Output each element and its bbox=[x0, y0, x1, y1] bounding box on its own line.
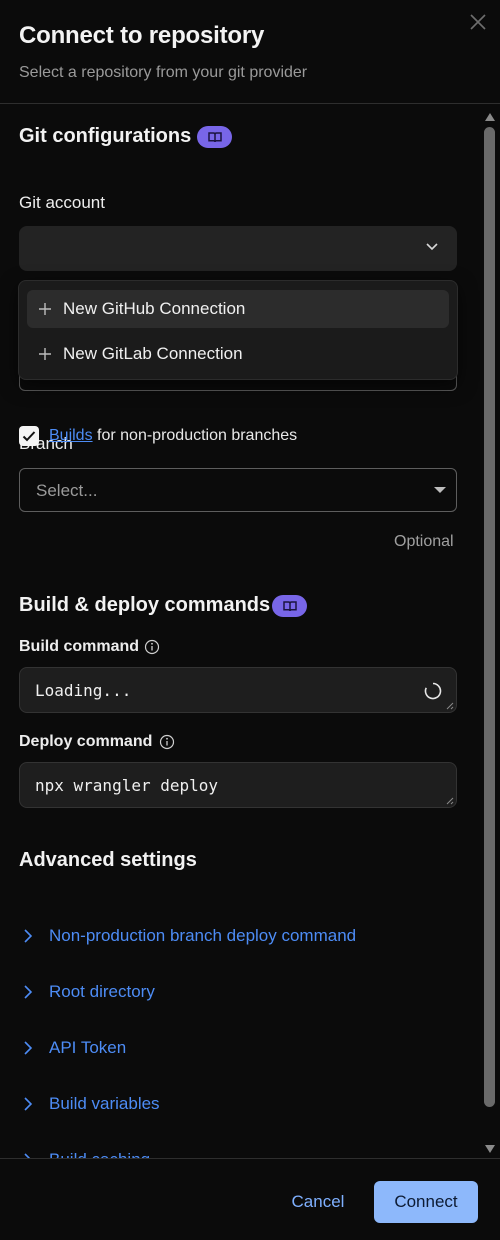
optional-label: Optional bbox=[394, 533, 454, 550]
build-command-label: Build command bbox=[19, 638, 140, 655]
connect-repository-dialog: Connect to repository Select a repositor… bbox=[0, 0, 500, 1240]
cancel-button[interactable]: Cancel bbox=[280, 1181, 356, 1223]
menu-item-new-github-connection[interactable]: New GitHub Connection bbox=[27, 290, 449, 328]
menu-item-label: New GitLab Connection bbox=[63, 344, 243, 363]
spinner-icon bbox=[424, 682, 442, 700]
advanced-item-build-caching[interactable]: Build caching bbox=[20, 1148, 150, 1158]
dialog-body: Git configurations Git account New GitHu… bbox=[0, 105, 480, 1158]
check-icon bbox=[22, 431, 36, 442]
advanced-item-root-directory[interactable]: Root directory bbox=[20, 980, 155, 1004]
advanced-item-label: Build variables bbox=[49, 1094, 160, 1113]
dialog-subtitle: Select a repository from your git provid… bbox=[19, 64, 308, 81]
branch-placeholder: Select... bbox=[36, 481, 98, 500]
caret-down-icon bbox=[434, 487, 446, 493]
chevron-right-icon bbox=[24, 1041, 33, 1055]
advanced-settings-title: Advanced settings bbox=[19, 849, 197, 871]
chevron-right-icon bbox=[24, 929, 33, 943]
scroll-down-arrow-icon[interactable] bbox=[485, 1145, 495, 1153]
advanced-item-build-variables[interactable]: Build variables bbox=[20, 1092, 160, 1116]
git-account-label: Git account bbox=[19, 193, 105, 212]
advanced-item-api-token[interactable]: API Token bbox=[20, 1036, 126, 1060]
book-icon[interactable] bbox=[197, 126, 232, 148]
advanced-item-label: API Token bbox=[49, 1038, 127, 1057]
build-command-value: Loading... bbox=[35, 681, 132, 700]
close-icon[interactable] bbox=[468, 12, 488, 32]
scroll-up-arrow-icon[interactable] bbox=[485, 113, 495, 121]
git-account-dropdown-menu: New GitHub Connection New GitLab Connect… bbox=[18, 280, 458, 380]
builds-checkbox-label: Builds for non-production branches bbox=[49, 427, 297, 445]
dialog-header: Connect to repository Select a repositor… bbox=[0, 0, 500, 104]
deploy-command-input[interactable]: npx wrangler deploy bbox=[19, 762, 457, 808]
chevron-down-icon bbox=[426, 243, 438, 251]
menu-item-new-gitlab-connection[interactable]: New GitLab Connection bbox=[27, 335, 449, 373]
deploy-command-value: npx wrangler deploy bbox=[35, 776, 219, 795]
scrollbar[interactable] bbox=[480, 105, 500, 1158]
chevron-right-icon bbox=[24, 1097, 33, 1111]
git-account-select[interactable] bbox=[19, 226, 457, 271]
build-command-input[interactable]: Loading... bbox=[19, 667, 457, 713]
advanced-item-label: Non-production branch deploy command bbox=[49, 926, 357, 945]
menu-item-label: New GitHub Connection bbox=[63, 299, 246, 318]
advanced-item-label: Root directory bbox=[49, 982, 155, 1001]
build-deploy-title: Build & deploy commands bbox=[19, 594, 271, 616]
builds-non-production-checkbox[interactable] bbox=[19, 426, 39, 446]
info-icon[interactable] bbox=[159, 734, 175, 750]
info-icon[interactable] bbox=[144, 639, 160, 655]
resize-handle-icon[interactable] bbox=[444, 700, 454, 710]
dialog-title: Connect to repository bbox=[19, 22, 265, 49]
git-configurations-title: Git configurations bbox=[19, 125, 192, 147]
builds-link[interactable]: Builds bbox=[49, 427, 93, 444]
scrollbar-thumb[interactable] bbox=[484, 127, 495, 1107]
chevron-right-icon bbox=[24, 985, 33, 999]
builds-checkbox-text: for non-production branches bbox=[92, 427, 298, 444]
dialog-footer: Cancel Connect bbox=[0, 1158, 500, 1240]
connect-button[interactable]: Connect bbox=[374, 1181, 478, 1223]
book-icon[interactable] bbox=[272, 595, 307, 617]
advanced-item-label: Build caching bbox=[49, 1150, 150, 1158]
branch-select[interactable]: Select... bbox=[19, 468, 457, 512]
deploy-command-label: Deploy command bbox=[19, 733, 153, 750]
plus-icon bbox=[39, 348, 51, 360]
advanced-item-non-production-deploy-command[interactable]: Non-production branch deploy command bbox=[20, 924, 356, 948]
resize-handle-icon[interactable] bbox=[444, 795, 454, 805]
plus-icon bbox=[39, 303, 51, 315]
